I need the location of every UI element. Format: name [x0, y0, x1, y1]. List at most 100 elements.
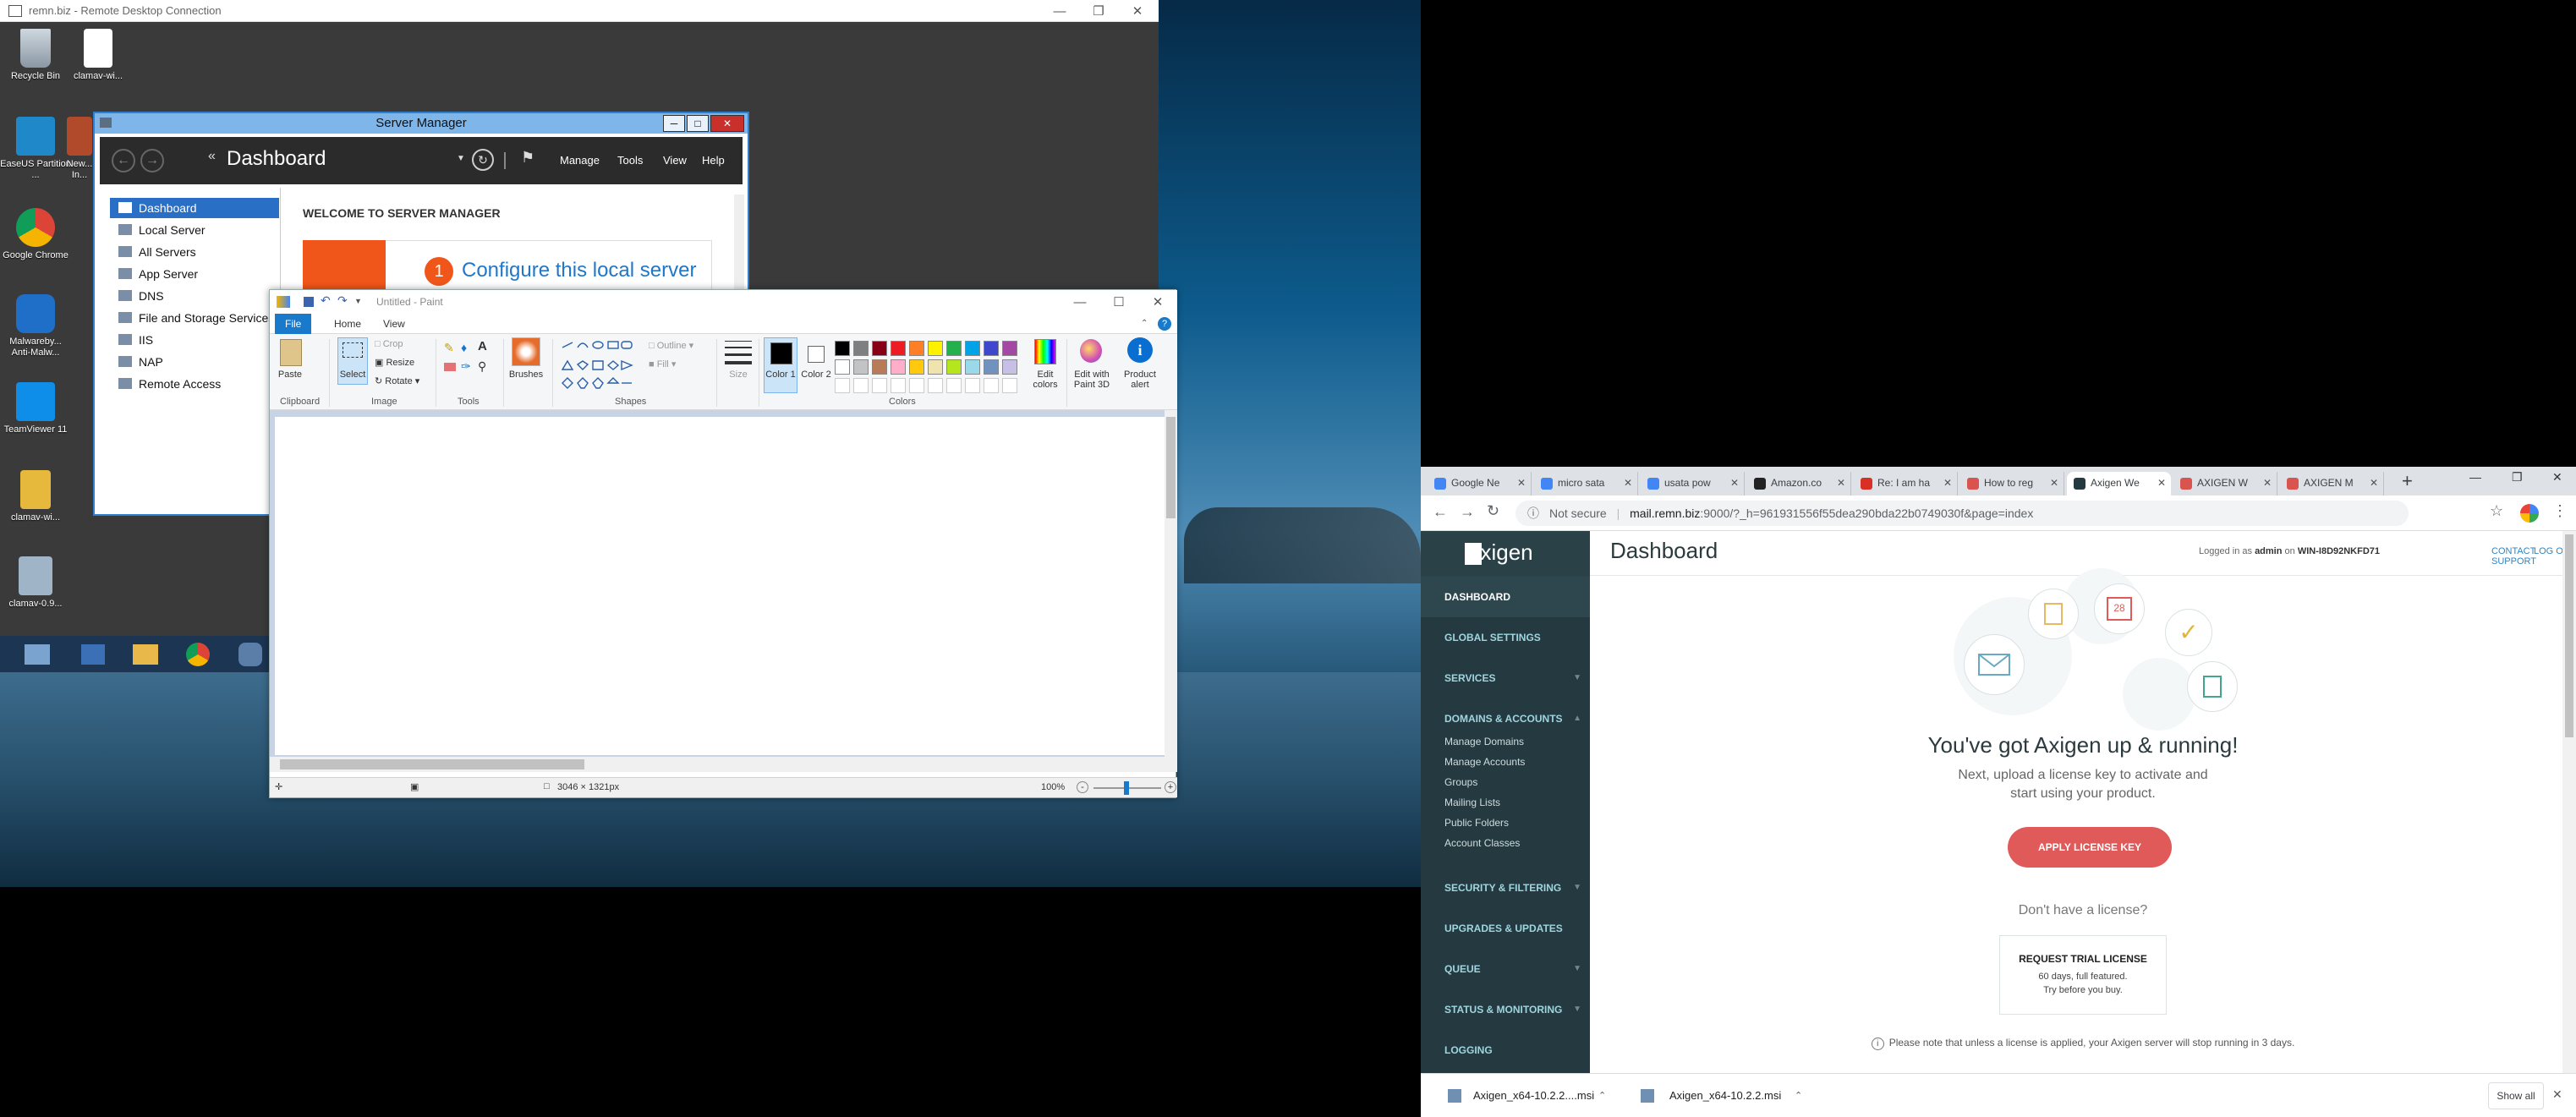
redo-icon[interactable]: ↷ — [337, 293, 348, 308]
axigen-subnav-item[interactable]: Groups — [1444, 776, 1477, 788]
axigen-subnav-item[interactable]: Manage Accounts — [1444, 756, 1525, 768]
tab-close-icon[interactable]: ✕ — [1730, 472, 1739, 494]
axigen-subnav-item[interactable]: Manage Domains — [1444, 736, 1524, 747]
color-swatch[interactable] — [1002, 341, 1017, 356]
sm-nav-dashboard[interactable]: Dashboard — [110, 198, 279, 218]
axigen-nav-item[interactable]: SECURITY & FILTERING ▼ — [1421, 868, 1590, 908]
tab-close-icon[interactable]: ✕ — [1837, 472, 1845, 494]
sm-nav-app-server[interactable]: App Server — [110, 264, 279, 284]
undo-icon[interactable]: ↶ — [321, 293, 331, 308]
paste-icon[interactable] — [280, 339, 302, 366]
color-swatch[interactable] — [872, 359, 887, 375]
tab-close-icon[interactable]: ✕ — [1943, 472, 1952, 494]
color-swatch[interactable] — [965, 359, 980, 375]
axigen-nav-item[interactable]: QUEUE ▼ — [1421, 949, 1590, 989]
refresh-icon[interactable]: ↻ — [472, 149, 494, 171]
kebab-menu-icon[interactable]: ⋮ — [2552, 502, 2568, 520]
apply-license-key-button[interactable]: APPLY LICENSE KEY — [2008, 827, 2172, 868]
color-picker-icon[interactable]: ✑ — [461, 359, 471, 374]
tab-close-icon[interactable]: ✕ — [2050, 472, 2058, 494]
axigen-subnav-item[interactable]: Mailing Lists — [1444, 797, 1500, 808]
color-swatch[interactable] — [853, 359, 869, 375]
tab-view[interactable]: View — [373, 314, 415, 334]
edit-with-paint3d-button[interactable]: Edit with Paint 3D — [1070, 370, 1114, 390]
chrome-taskbar-icon[interactable] — [181, 639, 215, 670]
color-swatch[interactable] — [891, 359, 906, 375]
color-swatch[interactable] — [909, 341, 924, 356]
color2-label[interactable]: Color 2 — [799, 370, 833, 380]
axigen-subnav-item[interactable]: Account Classes — [1444, 837, 1520, 849]
empty-color-swatch[interactable] — [853, 378, 869, 393]
browser-tab[interactable]: AXIGEN M ✕ — [2280, 472, 2384, 496]
chevron-down-icon[interactable]: ▼ — [457, 154, 465, 163]
minimize-icon[interactable]: — — [1040, 0, 1079, 22]
desktop-icon-clamav-installer[interactable]: clamav-0.9... — [0, 556, 71, 610]
scroll-thumb[interactable] — [2565, 534, 2573, 737]
empty-color-swatch[interactable] — [872, 378, 887, 393]
shapes-gallery[interactable] — [559, 339, 637, 390]
minimize-icon[interactable]: — — [2469, 470, 2481, 484]
tab-home[interactable]: Home — [324, 314, 371, 334]
empty-color-swatch[interactable] — [891, 378, 906, 393]
browser-tab[interactable]: micro sata ✕ — [1534, 472, 1638, 496]
fill-button[interactable]: ■ Fill ▾ — [649, 359, 676, 370]
color-swatch[interactable] — [891, 341, 906, 356]
request-trial-license-card[interactable]: REQUEST TRIAL LICENSE 60 days, full feat… — [1999, 935, 2167, 1015]
resize-button[interactable]: ▣ Resize — [375, 358, 414, 368]
server-manager-titlebar[interactable]: Server Manager ─ □ ✕ — [95, 113, 748, 134]
profile-avatar[interactable] — [2520, 504, 2539, 523]
sm-nav-local-server[interactable]: Local Server — [110, 220, 279, 240]
empty-color-swatch[interactable] — [984, 378, 999, 393]
browser-tab[interactable]: How to reg ✕ — [1960, 472, 2064, 496]
zoom-slider-thumb[interactable] — [1124, 781, 1129, 795]
brushes-icon[interactable] — [512, 337, 540, 366]
outline-button[interactable]: □ Outline ▾ — [649, 341, 693, 351]
forward-icon[interactable]: → — [140, 149, 164, 172]
desktop-icon-new[interactable]: New... In... — [63, 117, 96, 181]
axigen-subnav-item[interactable]: Public Folders — [1444, 817, 1509, 829]
scroll-thumb[interactable] — [280, 759, 584, 769]
minimize-icon[interactable]: ─ — [663, 115, 685, 132]
empty-color-swatch[interactable] — [909, 378, 924, 393]
new-tab-icon[interactable]: + — [2402, 470, 2413, 492]
sm-nav-all-servers[interactable]: All Servers — [110, 242, 279, 262]
product-alert-button[interactable]: Product alert — [1119, 370, 1161, 390]
tab-close-icon[interactable]: ✕ — [1624, 472, 1632, 494]
axigen-nav-item[interactable]: DOMAINS & ACCOUNTS ▲ — [1421, 698, 1590, 739]
edit-colors-button[interactable]: Edit colors — [1028, 370, 1063, 390]
text-icon[interactable]: A — [478, 339, 487, 353]
malwarebytes-taskbar-icon[interactable] — [233, 639, 267, 670]
close-icon[interactable]: ✕ — [1138, 290, 1177, 314]
color-swatch[interactable] — [872, 341, 887, 356]
ribbon-collapse-icon[interactable]: ⌃ — [1141, 319, 1148, 328]
sm-nav-file-storage[interactable]: File and Storage Services — [110, 308, 279, 328]
axigen-logo[interactable]: axigen — [1421, 531, 1590, 577]
color-swatch[interactable] — [946, 341, 962, 356]
desktop-icon-teamviewer[interactable]: TeamViewer 11 — [0, 382, 71, 435]
restore-icon[interactable]: ❐ — [2512, 470, 2523, 485]
magnifier-icon[interactable]: ⚲ — [478, 359, 486, 374]
chevron-up-icon[interactable]: ⌃ — [1598, 1082, 1606, 1109]
eraser-icon[interactable] — [444, 363, 456, 371]
start-server-icon[interactable] — [5, 639, 69, 670]
file-explorer-icon[interactable] — [129, 639, 162, 670]
chevron-up-icon[interactable]: ⌃ — [1795, 1082, 1802, 1109]
brushes-button[interactable]: Brushes — [507, 370, 545, 380]
empty-color-swatch[interactable] — [965, 378, 980, 393]
save-icon[interactable] — [304, 297, 314, 307]
tab-close-icon[interactable]: ✕ — [1517, 472, 1526, 494]
tab-close-icon[interactable]: ✕ — [2263, 472, 2272, 494]
color-swatch[interactable] — [984, 341, 999, 356]
maximize-icon[interactable]: □ — [687, 115, 709, 132]
rotate-button[interactable]: ↻ Rotate ▾ — [375, 376, 419, 386]
axigen-nav-item[interactable]: DASHBOARD — [1421, 577, 1590, 617]
back-icon[interactable]: ← — [1433, 503, 1448, 521]
flag-icon[interactable]: ⚑ — [521, 149, 534, 167]
browser-tab[interactable]: Re: I am ha ✕ — [1854, 472, 1958, 496]
menu-view[interactable]: View — [663, 154, 687, 167]
browser-tab[interactable]: Google Ne ✕ — [1428, 472, 1532, 496]
sm-nav-remote-access[interactable]: Remote Access — [110, 374, 279, 394]
powershell-icon[interactable] — [76, 639, 110, 670]
vertical-scrollbar[interactable] — [1165, 410, 1177, 772]
zoom-out-icon[interactable]: - — [1077, 781, 1088, 793]
